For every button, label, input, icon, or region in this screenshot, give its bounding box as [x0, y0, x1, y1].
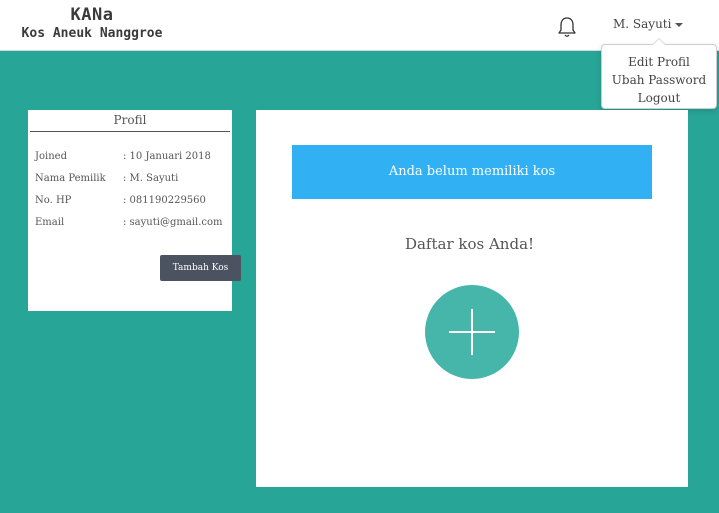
plus-icon: [449, 309, 495, 355]
user-name: M. Sayuti: [613, 17, 672, 31]
kos-list-title: Daftar kos Anda!: [404, 235, 535, 253]
user-menu-toggle[interactable]: M. Sayuti: [613, 17, 684, 31]
profile-row-joined: Joined : 10 Januari 2018: [35, 151, 229, 173]
menu-item-edit-profil[interactable]: Edit Profil: [602, 53, 716, 71]
profile-row-owner: Nama Pemilik : M. Sayuti: [35, 173, 229, 195]
kos-list-panel: Anda belum memiliki kos Daftar kos Anda!: [256, 110, 688, 487]
profile-row-email: Email : sayuti@gmail.com: [35, 217, 229, 239]
profile-details: Joined : 10 Januari 2018 Nama Pemilik : …: [35, 151, 229, 239]
field-label: Email: [35, 217, 65, 228]
menu-item-logout[interactable]: Logout: [602, 89, 716, 107]
caret-down-icon: [675, 22, 684, 27]
field-label: Nama Pemilik: [35, 173, 106, 184]
add-kos-button[interactable]: [425, 285, 519, 379]
empty-kos-alert: Anda belum memiliki kos: [292, 145, 652, 199]
profile-card: Profil Joined : 10 Januari 2018 Nama Pem…: [28, 110, 241, 311]
field-value: : sayuti@gmail.com: [123, 217, 223, 228]
tambah-kos-button[interactable]: Tambah Kos: [160, 255, 241, 281]
user-dropdown-menu: Edit Profil Ubah Password Logout: [601, 38, 717, 109]
field-value: : 081190229560: [123, 195, 206, 206]
field-label: No. HP: [35, 195, 72, 206]
profile-row-phone: No. HP : 081190229560: [35, 195, 229, 217]
field-value: : M. Sayuti: [123, 173, 179, 184]
field-label: Joined: [35, 151, 67, 162]
menu-item-ubah-password[interactable]: Ubah Password: [602, 71, 716, 89]
brand-name: KANa: [70, 5, 114, 25]
brand-logo[interactable]: KANa Kos Aneuk Nanggroe: [12, 5, 172, 43]
bell-icon[interactable]: [555, 15, 579, 39]
field-value: : 10 Januari 2018: [123, 151, 211, 162]
profile-title: Profil: [30, 110, 230, 132]
brand-tagline: Kos Aneuk Nanggroe: [21, 26, 163, 41]
